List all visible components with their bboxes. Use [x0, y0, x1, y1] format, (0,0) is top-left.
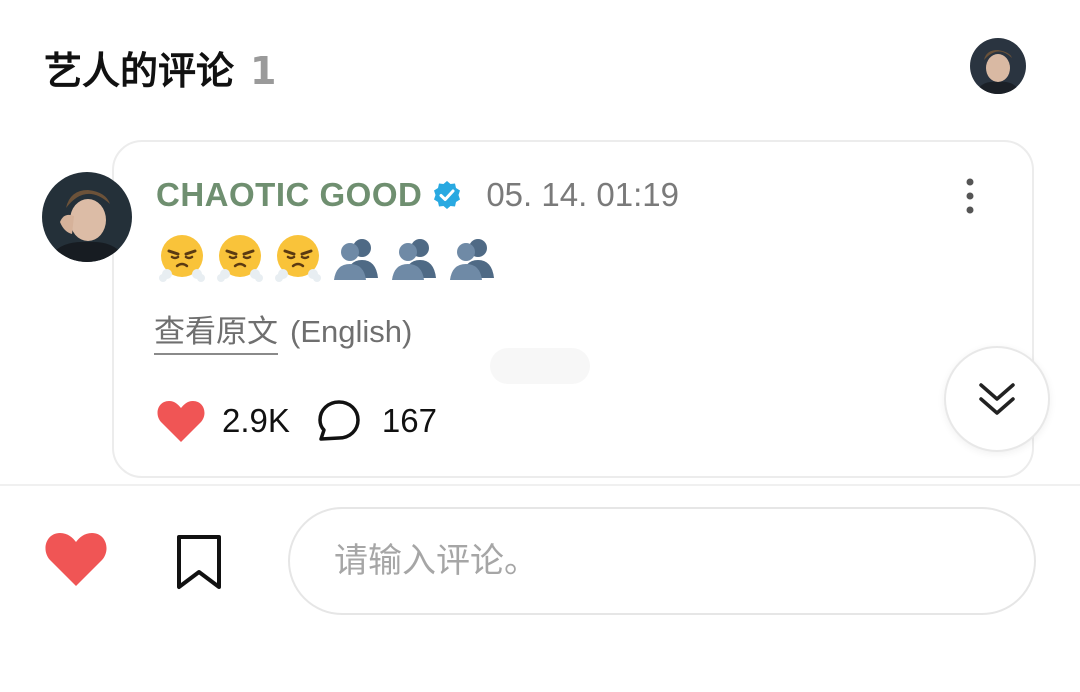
bookmark-button[interactable] [172, 532, 226, 592]
reply-count: 167 [381, 402, 437, 439]
steam-face-emoji-icon [214, 232, 266, 284]
page-title-text: 艺人的评论 [44, 49, 235, 93]
comment-input[interactable] [288, 507, 1036, 615]
comment-author-avatar[interactable] [42, 172, 132, 262]
heart-icon [45, 533, 107, 586]
page-title: 艺人的评论 1 [44, 40, 276, 95]
view-original-label[interactable]: 查看原文 [154, 306, 278, 355]
comment-body [156, 232, 498, 284]
like-button[interactable] [44, 530, 108, 588]
bookmark-icon [177, 535, 221, 589]
heart-icon[interactable] [156, 398, 206, 444]
divider [0, 484, 1080, 486]
busts-in-silhouette-emoji-icon [446, 232, 498, 284]
comment-count: 1 [250, 49, 277, 93]
steam-face-emoji-icon [156, 232, 208, 284]
like-count: 2.9K [222, 402, 290, 439]
blurred-watermark [490, 348, 590, 384]
original-language: (English) [290, 314, 413, 349]
verified-badge-icon [432, 180, 462, 210]
double-chevron-down-icon [979, 383, 1015, 415]
artist-avatar[interactable] [970, 38, 1026, 94]
comment-stats: 2.9K 167 [156, 396, 463, 446]
view-original-link[interactable]: 查看原文 (English) [154, 306, 412, 355]
comment-author-name[interactable]: CHAOTIC GOOD [156, 176, 422, 214]
busts-in-silhouette-emoji-icon [330, 232, 382, 284]
reply-bubble-icon[interactable] [316, 398, 366, 444]
more-options-icon[interactable] [958, 176, 982, 216]
comment-timestamp: 05. 14. 01:19 [486, 176, 679, 213]
expand-button[interactable] [944, 346, 1050, 452]
busts-in-silhouette-emoji-icon [388, 232, 440, 284]
steam-face-emoji-icon [272, 232, 324, 284]
comment-header: CHAOTIC GOOD 05. 14. 01:19 [156, 174, 679, 216]
